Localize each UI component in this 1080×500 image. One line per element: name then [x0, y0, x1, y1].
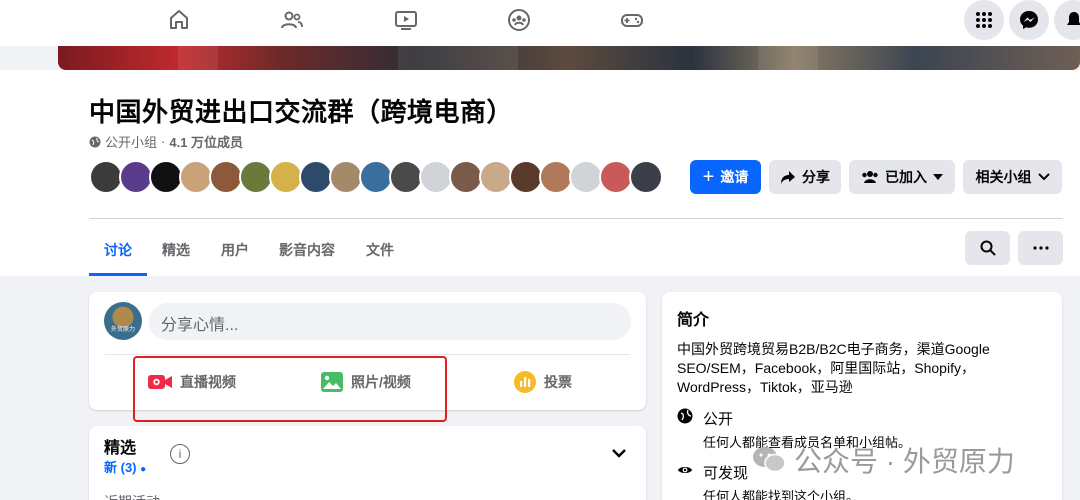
group-privacy[interactable]: 公开小组 — [105, 132, 157, 151]
avatar[interactable] — [179, 160, 213, 194]
tab-featured[interactable]: 精选 — [162, 240, 190, 260]
menu-grid-icon[interactable] — [964, 0, 1004, 40]
avatar[interactable] — [299, 160, 333, 194]
share-button[interactable]: 分享 — [769, 160, 841, 194]
public-title: 公开 — [703, 411, 734, 428]
tab-media[interactable]: 影音内容 — [279, 240, 335, 260]
video-icon[interactable] — [386, 5, 426, 35]
info-icon[interactable]: i — [170, 444, 190, 464]
members-icon — [862, 171, 878, 183]
avatar[interactable] — [629, 160, 663, 194]
home-icon[interactable] — [159, 5, 199, 35]
tab-discussion[interactable]: 讨论 — [104, 240, 132, 260]
avatar[interactable] — [449, 160, 483, 194]
wechat-icon — [753, 447, 786, 473]
avatar[interactable] — [569, 160, 603, 194]
globe-icon — [89, 136, 101, 147]
plus-icon: + — [702, 166, 715, 188]
about-title: 简介 — [677, 312, 710, 329]
bell-icon[interactable] — [1054, 0, 1080, 40]
globe-icon — [677, 408, 693, 424]
group-title: 中国外贸进出口交流群（跨境电商） — [89, 97, 514, 127]
meta-separator: · — [161, 134, 166, 149]
avatar[interactable] — [509, 160, 543, 194]
avatar[interactable] — [419, 160, 453, 194]
avatar[interactable] — [479, 160, 513, 194]
member-avatars[interactable] — [89, 160, 663, 194]
avatar[interactable] — [599, 160, 633, 194]
tab-members[interactable]: 用户 — [221, 240, 249, 260]
search-button[interactable] — [965, 231, 1010, 265]
featured-title: 精选 — [104, 440, 137, 457]
composer-divider — [105, 354, 630, 355]
unread-dot-icon: ● — [140, 464, 147, 475]
related-groups-button[interactable]: 相关小组 — [963, 160, 1062, 194]
featured-new-count[interactable]: 新 (3) ● — [104, 457, 146, 476]
more-options-button[interactable] — [1018, 231, 1063, 265]
avatar[interactable] — [389, 160, 423, 194]
visible-description: 任何人都能找到这个小组。 — [703, 489, 860, 500]
poll-button[interactable]: 投票 — [514, 370, 572, 394]
header-divider — [89, 218, 1063, 219]
search-icon — [980, 240, 996, 256]
tab-files[interactable]: 文件 — [366, 240, 394, 260]
cover-photo[interactable] — [58, 46, 1080, 70]
avatar[interactable] — [149, 160, 183, 194]
avatar[interactable] — [239, 160, 273, 194]
friends-icon[interactable] — [272, 5, 312, 35]
caret-down-icon — [933, 174, 943, 180]
composer-input[interactable]: 分享心情... — [149, 303, 631, 340]
share-arrow-icon — [781, 171, 795, 184]
poll-icon — [514, 371, 536, 393]
highlight-annotation-box — [133, 356, 447, 422]
active-tab-indicator — [89, 273, 147, 276]
invite-button[interactable]: + 邀请 — [690, 160, 761, 194]
chevron-down-icon[interactable] — [611, 445, 627, 463]
watermark: 公众号 · 外贸原力 — [752, 440, 1015, 480]
about-description: 中国外贸跨境贸易B2B/B2C电子商务，渠道Google SEO/SEM，Fac… — [677, 341, 990, 395]
avatar[interactable] — [269, 160, 303, 194]
avatar[interactable] — [329, 160, 363, 194]
joined-button[interactable]: 已加入 — [849, 160, 955, 194]
avatar[interactable] — [359, 160, 393, 194]
messenger-icon[interactable] — [1009, 0, 1049, 40]
user-avatar[interactable]: 外贸原力 — [104, 302, 142, 340]
avatar[interactable] — [539, 160, 573, 194]
featured-section: 精选 新 (3) ● i 近期活动 — [89, 426, 646, 500]
group-header: 中国外贸进出口交流群（跨境电商） 公开小组 · 4.1 万位成员 + 邀请 分享 — [0, 70, 1080, 276]
more-dots-icon — [1032, 246, 1049, 250]
avatar[interactable] — [119, 160, 153, 194]
group-member-count[interactable]: 4.1 万位成员 — [169, 132, 243, 151]
chevron-down-icon — [1037, 173, 1050, 181]
avatar[interactable] — [209, 160, 243, 194]
gaming-icon[interactable] — [612, 5, 652, 35]
top-navigation — [0, 0, 1080, 46]
recent-activity-label: 近期活动 — [104, 492, 160, 500]
avatar[interactable] — [89, 160, 123, 194]
eye-icon — [678, 467, 692, 473]
group-meta: 公开小组 · 4.1 万位成员 — [89, 132, 243, 151]
groups-icon[interactable] — [499, 5, 539, 35]
